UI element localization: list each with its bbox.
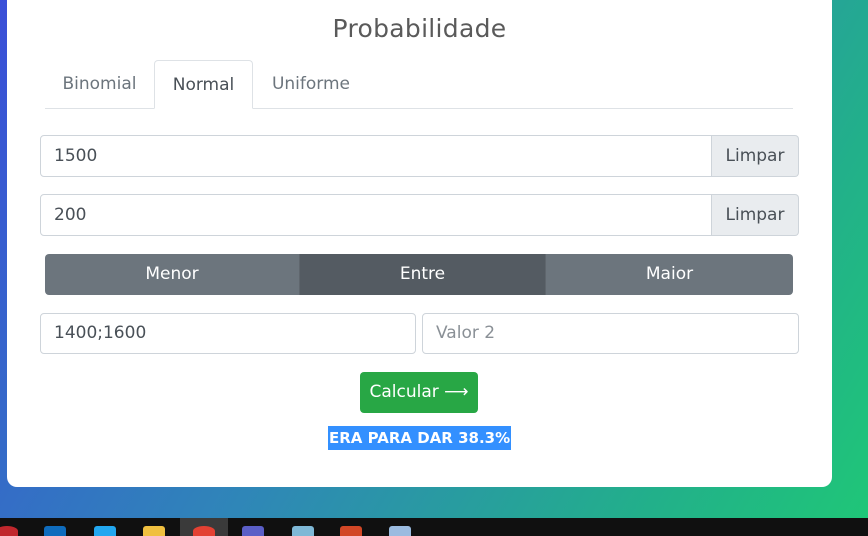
page-title: Probabilidade <box>332 14 507 43</box>
value2-input[interactable]: Valor 2 <box>422 313 799 354</box>
powerpoint-icon[interactable] <box>340 526 362 536</box>
clear-std-button[interactable]: Limpar <box>712 194 799 236</box>
outlook-icon[interactable] <box>44 526 66 536</box>
chrome-icon[interactable] <box>193 526 215 536</box>
std-input[interactable]: 200 <box>40 194 712 236</box>
tab-binomial[interactable]: Binomial <box>45 60 154 108</box>
value1-input[interactable]: 1400;1600 <box>40 313 416 354</box>
tab-normal[interactable]: Normal <box>154 60 253 109</box>
file-explorer-icon[interactable] <box>143 526 165 536</box>
notepad-icon[interactable] <box>292 526 314 536</box>
teams-icon[interactable] <box>242 526 264 536</box>
calculate-button[interactable]: Calcular ⟶ <box>360 372 478 413</box>
std-input-group: 200 Limpar <box>40 194 799 236</box>
tab-uniforme[interactable]: Uniforme <box>253 60 369 108</box>
taskbar <box>0 518 868 536</box>
probability-card: Probabilidade Binomial Normal Uniforme 1… <box>7 0 832 487</box>
tab-bar: Binomial Normal Uniforme <box>45 60 793 109</box>
document-icon[interactable] <box>389 526 411 536</box>
vscode-icon[interactable] <box>94 526 116 536</box>
comparison-button-group: Menor Entre Maior <box>45 254 793 295</box>
mean-input[interactable]: 1500 <box>40 135 712 177</box>
clear-mean-button[interactable]: Limpar <box>712 135 799 177</box>
entre-button[interactable]: Entre <box>300 254 545 295</box>
menor-button[interactable]: Menor <box>45 254 300 295</box>
result-text: ERA PARA DAR 38.3% <box>328 426 512 450</box>
opera-icon[interactable] <box>0 526 18 536</box>
maior-button[interactable]: Maior <box>545 254 793 295</box>
mean-input-group: 1500 Limpar <box>40 135 799 177</box>
